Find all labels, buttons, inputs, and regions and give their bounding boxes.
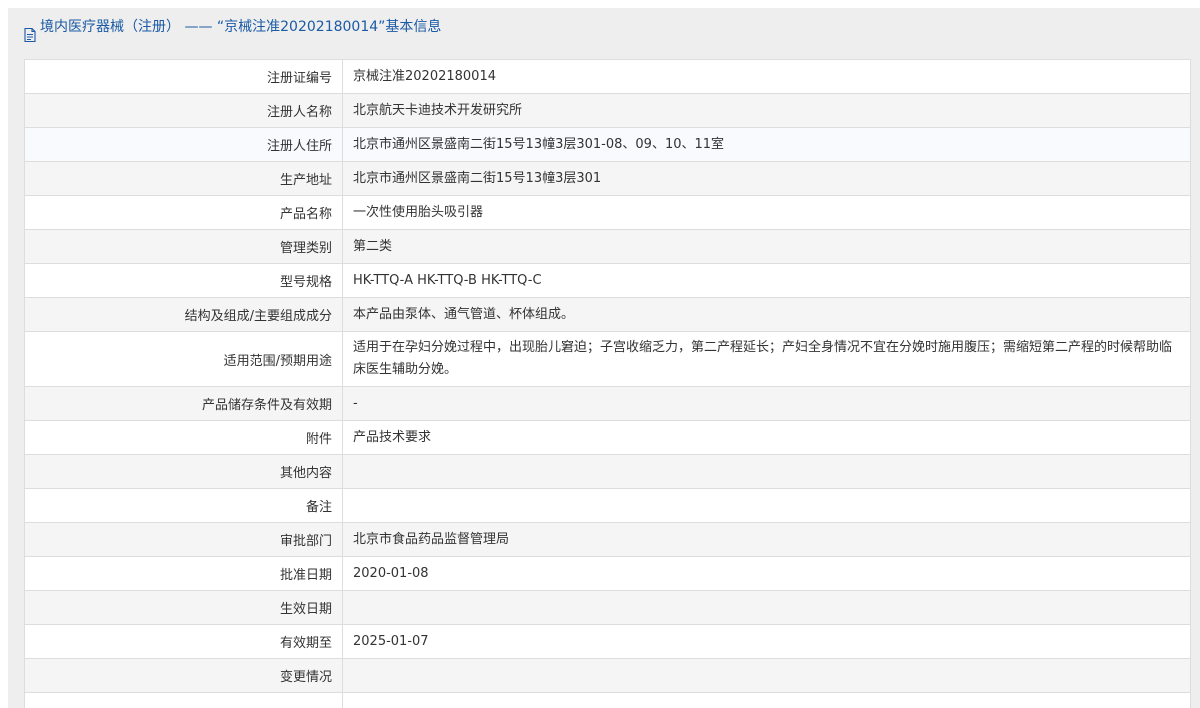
- row-value: [342, 692, 1191, 708]
- row-value: 产品技术要求: [342, 420, 1191, 455]
- row-label: 其他内容: [24, 454, 343, 489]
- row-label: 审批部门: [24, 522, 343, 557]
- row-label: 有效期至: [24, 624, 343, 659]
- table-row: 注册证编号 京械注准20202180014: [24, 59, 1191, 94]
- row-value: 2025-01-07: [342, 624, 1191, 659]
- table-row: 有效期至 2025-01-07: [24, 624, 1191, 659]
- table-row: 管理类别 第二类: [24, 229, 1191, 264]
- row-value: 北京航天卡迪技术开发研究所: [342, 93, 1191, 128]
- row-label: 产品储存条件及有效期: [24, 386, 343, 421]
- table-row: 变更情况: [24, 658, 1191, 693]
- table-row: 附件 产品技术要求: [24, 420, 1191, 455]
- row-value: [342, 590, 1191, 625]
- table-row: 生效日期: [24, 590, 1191, 625]
- table-row: 备注: [24, 488, 1191, 523]
- row-value: [342, 488, 1191, 523]
- table-row: 其他内容: [24, 454, 1191, 489]
- table-row: 生产地址 北京市通州区景盛南二街15号13幢3层301: [24, 161, 1191, 196]
- info-table: 注册证编号 京械注准20202180014 注册人名称 北京航天卡迪技术开发研究…: [24, 59, 1191, 708]
- row-label: 产品名称: [24, 195, 343, 230]
- table-row: 注册人名称 北京航天卡迪技术开发研究所: [24, 93, 1191, 128]
- row-label: 注册人名称: [24, 93, 343, 128]
- row-value: 适用于在孕妇分娩过程中，出现胎儿窘迫；子宫收缩乏力，第二产程延长；产妇全身情况不…: [342, 331, 1191, 387]
- row-label: 生效日期: [24, 590, 343, 625]
- info-table-container: 注册证编号 京械注准20202180014 注册人名称 北京航天卡迪技术开发研究…: [24, 59, 1191, 708]
- row-label: 注册证编号: [24, 59, 343, 94]
- row-label: 适用范围/预期用途: [24, 331, 343, 387]
- row-value: 一次性使用胎头吸引器: [342, 195, 1191, 230]
- row-label: 管理类别: [24, 229, 343, 264]
- table-row: 适用范围/预期用途 适用于在孕妇分娩过程中，出现胎儿窘迫；子宫收缩乏力，第二产程…: [24, 331, 1191, 387]
- page-title: 境内医疗器械（注册） —— “京械注准20202180014”基本信息: [40, 19, 442, 35]
- row-value: 第二类: [342, 229, 1191, 264]
- registration-info-panel: 境内医疗器械（注册） —— “京械注准20202180014”基本信息 注册证编…: [8, 8, 1200, 708]
- document-icon: [22, 20, 38, 43]
- row-value: [342, 454, 1191, 489]
- row-label: 型号规格: [24, 263, 343, 298]
- row-value: -: [342, 386, 1191, 421]
- row-value: 北京市通州区景盛南二街15号13幢3层301-08、09、10、11室: [342, 127, 1191, 162]
- table-row: 型号规格 HK-TTQ-A HK-TTQ-B HK-TTQ-C: [24, 263, 1191, 298]
- row-value: 2020-01-08: [342, 556, 1191, 591]
- table-row: 产品储存条件及有效期 -: [24, 386, 1191, 421]
- table-row: 批准日期 2020-01-08: [24, 556, 1191, 591]
- row-label: 附件: [24, 420, 343, 455]
- row-label: 批准日期: [24, 556, 343, 591]
- row-label: [24, 692, 343, 708]
- table-row: [24, 692, 1191, 708]
- panel-header: 境内医疗器械（注册） —— “京械注准20202180014”基本信息: [8, 8, 1200, 46]
- table-row: 注册人住所 北京市通州区景盛南二街15号13幢3层301-08、09、10、11…: [24, 127, 1191, 162]
- table-row: 结构及组成/主要组成成分 本产品由泵体、通气管道、杯体组成。: [24, 297, 1191, 332]
- table-row: 审批部门 北京市食品药品监督管理局: [24, 522, 1191, 557]
- row-value: HK-TTQ-A HK-TTQ-B HK-TTQ-C: [342, 263, 1191, 298]
- row-value: 京械注准20202180014: [342, 59, 1191, 94]
- table-row: 产品名称 一次性使用胎头吸引器: [24, 195, 1191, 230]
- row-label: 结构及组成/主要组成成分: [24, 297, 343, 332]
- row-value: 北京市通州区景盛南二街15号13幢3层301: [342, 161, 1191, 196]
- row-value: 北京市食品药品监督管理局: [342, 522, 1191, 557]
- row-label: 生产地址: [24, 161, 343, 196]
- row-label: 变更情况: [24, 658, 343, 693]
- row-value: [342, 658, 1191, 693]
- row-label: 备注: [24, 488, 343, 523]
- row-value: 本产品由泵体、通气管道、杯体组成。: [342, 297, 1191, 332]
- row-label: 注册人住所: [24, 127, 343, 162]
